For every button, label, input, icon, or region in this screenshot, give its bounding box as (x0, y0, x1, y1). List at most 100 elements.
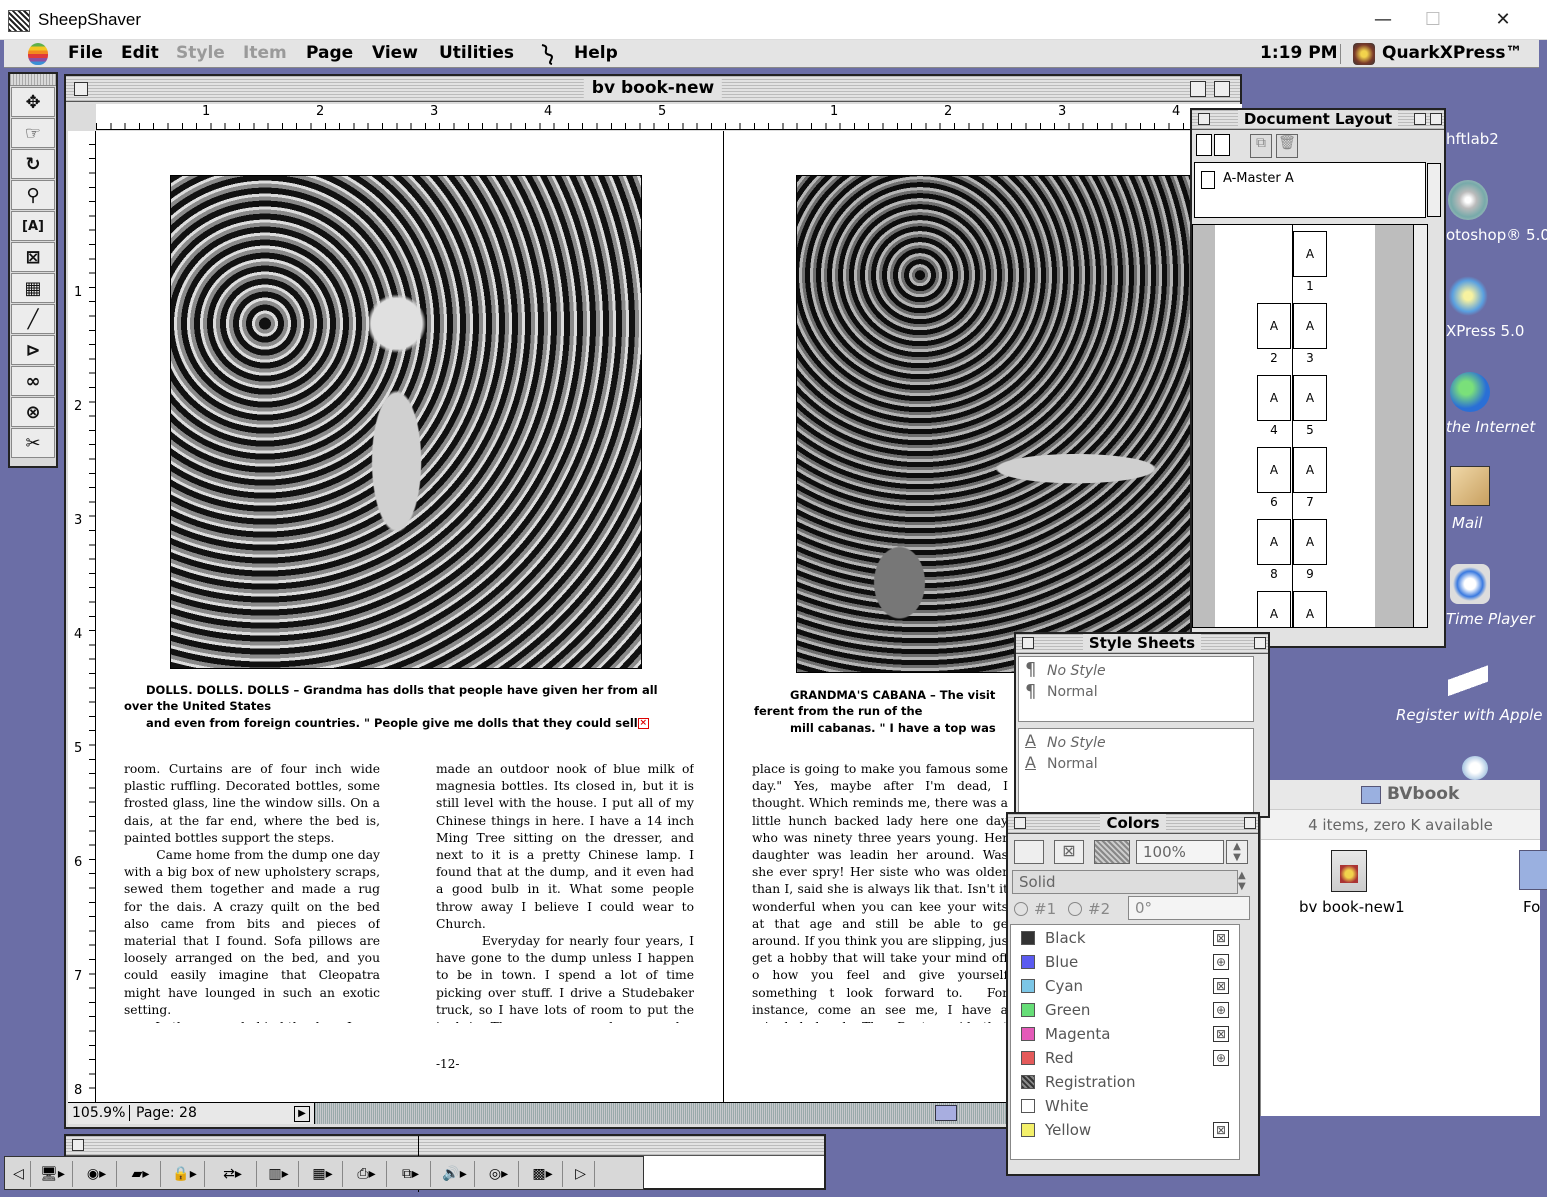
palette-collapse-box[interactable] (1430, 113, 1442, 125)
unlinking-tool-icon[interactable]: ⊗ (11, 397, 55, 427)
second-window-close-box[interactable] (72, 1139, 84, 1151)
color-item-magenta[interactable]: Magenta ⊠ (1019, 1023, 1229, 1047)
menu-utilities[interactable]: Utilities (439, 43, 514, 63)
strip-expand-icon[interactable]: ▷ (567, 1161, 595, 1187)
facing-page-icon[interactable] (1214, 134, 1230, 156)
page-thumbnail[interactable]: A (1293, 375, 1327, 421)
strip-collapse-icon[interactable]: ◁ (7, 1161, 31, 1187)
magnifier-icon[interactable] (1462, 756, 1488, 780)
strip-cd-audio-icon[interactable]: ◎▸ (479, 1161, 519, 1187)
second-window-title-bar[interactable] (66, 1136, 824, 1156)
finder-file-label-2[interactable]: Fo (1523, 898, 1540, 916)
scripts-menu-icon[interactable] (536, 43, 558, 65)
shade-field[interactable]: 100% (1136, 840, 1224, 864)
document-close-box[interactable] (74, 82, 88, 96)
document-collapse-box[interactable] (1214, 81, 1230, 97)
color-item-red[interactable]: Red ⊕ (1019, 1047, 1229, 1071)
document-title-bar[interactable]: bv book-new (66, 76, 1240, 102)
colors-title-bar[interactable]: Colors (1008, 814, 1258, 834)
menu-help[interactable]: Help (574, 43, 618, 63)
document-layout-title-bar[interactable]: Document Layout (1192, 110, 1444, 130)
desktop-label-hftlab2[interactable]: hftlab2 (1446, 130, 1499, 148)
frame-color-icon[interactable] (1014, 840, 1044, 864)
character-style-item[interactable]: No Style (1047, 735, 1106, 751)
palette-zoom-box[interactable] (1414, 113, 1426, 125)
right-caption-line-2[interactable]: ferent from the run of the (754, 703, 922, 719)
line-tool-icon[interactable]: ╱ (11, 304, 55, 334)
color-item-white[interactable]: White (1019, 1095, 1229, 1119)
desktop-label-mail[interactable]: Mail (1452, 514, 1483, 532)
angle-field[interactable]: 0° (1128, 896, 1250, 920)
strip-cd-icon[interactable]: ◉▸ (77, 1161, 117, 1187)
duplicate-icon[interactable]: ⧉ (1250, 134, 1272, 158)
shade-stepper-icon[interactable]: ▲ ▼ (1226, 840, 1248, 864)
text-column-2[interactable]: made an outdoor nook of blue milk of mag… (436, 761, 694, 1023)
master-page-label[interactable]: A-Master A (1223, 171, 1294, 186)
menu-file[interactable]: File (68, 43, 103, 63)
quarkxpress-app-icon[interactable] (1353, 43, 1375, 65)
mail-icon[interactable] (1450, 466, 1490, 506)
blend-dropdown-icon[interactable]: ▲ ▼ (1238, 870, 1250, 894)
blend-radio-1[interactable] (1014, 902, 1028, 916)
palette-collapse-box[interactable] (1244, 817, 1256, 829)
desktop-label-time-player[interactable]: Time Player (1446, 610, 1535, 628)
color-item-cyan[interactable]: Cyan ⊠ (1019, 975, 1229, 999)
paragraph-style-item[interactable]: Normal (1047, 684, 1098, 700)
close-button[interactable]: ✕ (1480, 6, 1526, 34)
linking-tool-icon[interactable]: ∞ (11, 366, 55, 396)
trash-icon[interactable]: 🗑 (1276, 134, 1298, 158)
page-thumbnail[interactable]: A (1257, 591, 1291, 627)
zoom-field[interactable]: 105.9% (72, 1105, 130, 1121)
style-sheets-title-bar[interactable]: Style Sheets (1016, 634, 1268, 654)
maximize-button[interactable]: ☐ (1410, 6, 1456, 34)
character-style-item[interactable]: Normal (1047, 756, 1098, 772)
master-scrollbar[interactable] (1427, 163, 1441, 217)
left-caption-line-1[interactable]: DOLLS. DOLLS. DOLLS – Grandma has dolls … (146, 682, 658, 698)
palette-collapse-box[interactable] (1254, 637, 1266, 649)
picture-box-tool-icon[interactable]: ⊠ (11, 242, 55, 272)
palette-close-box[interactable] (1198, 113, 1210, 125)
color-item-green[interactable]: Green ⊕ (1019, 999, 1229, 1023)
single-page-icon[interactable] (1196, 134, 1212, 156)
strip-location-icon[interactable]: ⇄▸ (209, 1161, 257, 1187)
page-thumbnail[interactable]: A (1257, 375, 1291, 421)
cabana-photo[interactable] (796, 175, 1208, 673)
palette-close-box[interactable] (1014, 817, 1026, 829)
color-item-blue[interactable]: Blue ⊕ (1019, 951, 1229, 975)
application-menu[interactable]: QuarkXPress™ (1382, 43, 1522, 63)
menu-edit[interactable]: Edit (121, 43, 159, 63)
finder-file-label[interactable]: bv book-new1 (1299, 898, 1405, 916)
quicktime-icon[interactable] (1450, 564, 1490, 604)
text-column-3[interactable]: place is going to make you famous some d… (752, 761, 1008, 1023)
page-thumbnail[interactable]: A (1293, 591, 1327, 627)
page-thumbnail[interactable]: A (1257, 303, 1291, 349)
color-item-black[interactable]: Black ⊠ (1019, 927, 1229, 951)
menubar-clock[interactable]: 1:19 PM (1260, 43, 1338, 63)
menu-item[interactable]: Item (243, 43, 287, 63)
desktop-label-register[interactable]: Register with Apple (1396, 706, 1543, 724)
page-menu-icon[interactable]: ▶ (294, 1106, 310, 1122)
zoom-tool-icon[interactable]: ⚲ (11, 180, 55, 210)
color-item-registration[interactable]: Registration (1019, 1071, 1229, 1095)
scissors-tool-icon[interactable]: ✂ (11, 428, 55, 458)
color-item-yellow[interactable]: Yellow ⊠ (1019, 1119, 1229, 1143)
strip-keychain-icon[interactable]: ⧉▸ (391, 1161, 431, 1187)
left-caption-line-2[interactable]: over the United States (124, 698, 271, 714)
strip-color-depth-icon[interactable]: ▥▸ (259, 1161, 299, 1187)
blend-select[interactable]: Solid (1012, 870, 1238, 894)
strip-printer-icon[interactable]: ⎙▸ (347, 1161, 387, 1187)
page-thumbnail[interactable]: A (1257, 447, 1291, 493)
register-pencil-icon[interactable] (1448, 658, 1488, 698)
strip-web-sharing-icon[interactable]: ▩▸ (523, 1161, 563, 1187)
tool-palette-grip[interactable] (10, 74, 56, 86)
strip-lock-icon[interactable]: 🔒▸ (165, 1161, 205, 1187)
page-thumbnail[interactable]: A (1293, 231, 1327, 277)
item-tool-icon[interactable]: ✥ (11, 87, 55, 117)
desktop-label-photoshop[interactable]: otoshop® 5.0 (1446, 226, 1547, 244)
rotation-tool-icon[interactable]: ↻ (11, 149, 55, 179)
palette-close-box[interactable] (1022, 637, 1034, 649)
quark-document-icon[interactable] (1331, 850, 1367, 892)
scroll-thumb[interactable] (935, 1105, 957, 1121)
page-thumbnail[interactable]: A (1293, 519, 1327, 565)
cd-icon[interactable] (1448, 180, 1488, 220)
